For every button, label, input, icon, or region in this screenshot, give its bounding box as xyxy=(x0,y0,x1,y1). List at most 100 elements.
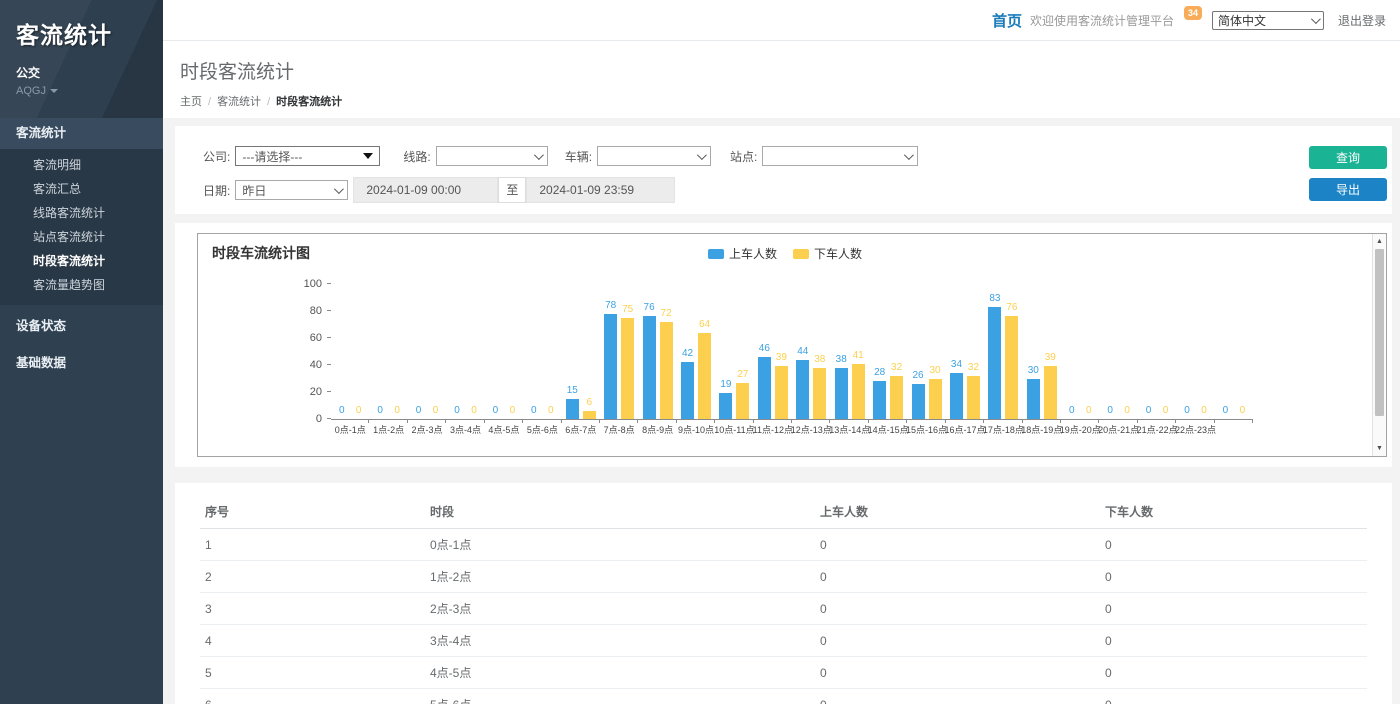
alighting-bar[interactable] xyxy=(660,322,673,419)
bar-group: 343216点-17点 xyxy=(946,285,984,419)
boarding-bar[interactable] xyxy=(681,362,694,419)
bar-group: 76728点-9点 xyxy=(638,285,676,419)
table-row: 10点-1点00 xyxy=(200,529,1367,561)
alighting-bar[interactable] xyxy=(890,376,903,419)
alighting-bar[interactable] xyxy=(967,376,980,419)
org-code-label: AQGJ xyxy=(16,85,46,97)
legend-swatch-icon xyxy=(793,249,809,259)
chart-plot: 000点-1点001点-2点002点-3点003点-4点004点-5点005点-… xyxy=(331,285,1253,420)
alighting-bar[interactable] xyxy=(813,368,826,419)
boarding-bar[interactable] xyxy=(604,314,617,419)
x-axis-label: 12点-13点 xyxy=(773,423,850,436)
x-axis-tick xyxy=(484,419,485,423)
alighting-bar[interactable] xyxy=(736,383,749,419)
boarding-bar[interactable] xyxy=(950,373,963,419)
bar-value-label: 42 xyxy=(675,348,701,359)
x-axis-tick xyxy=(945,419,946,423)
export-button[interactable]: 导出 xyxy=(1309,178,1387,201)
alighting-bar[interactable] xyxy=(621,318,634,419)
sidebar-subitem[interactable]: 客流汇总 xyxy=(0,177,163,201)
notification-badge[interactable]: 34 xyxy=(1184,6,1202,20)
chart-scrollbar[interactable]: ▲ ▼ xyxy=(1372,234,1386,456)
x-axis-tick xyxy=(1214,419,1215,423)
bar-group: 0019点-20点 xyxy=(1061,285,1099,419)
sidebar-subitem[interactable]: 客流明细 xyxy=(0,153,163,177)
legend-item[interactable]: 上车人数 xyxy=(708,245,777,262)
breadcrumb-item[interactable]: 主页 xyxy=(180,96,202,108)
sidebar-item-passenger-stats[interactable]: 客流统计 xyxy=(0,118,163,149)
bar-group: 78757点-8点 xyxy=(600,285,638,419)
date-start-input[interactable]: 2024-01-09 00:00 xyxy=(353,177,498,203)
boarding-bar[interactable] xyxy=(643,316,656,419)
scroll-up-icon[interactable]: ▲ xyxy=(1373,235,1386,248)
y-axis-tick xyxy=(327,391,331,392)
home-link[interactable]: 首页 xyxy=(992,10,1022,31)
scrollbar-thumb[interactable] xyxy=(1375,249,1384,416)
alighting-bar[interactable] xyxy=(929,379,942,420)
station-label: 站点: xyxy=(730,148,757,165)
col-header-index: 序号 xyxy=(200,495,425,529)
bar-value-label: 27 xyxy=(730,369,756,380)
bar-value-label: 30 xyxy=(1020,365,1046,376)
page-heading: 时段客流统计 主页/客流统计/时段客流统计 xyxy=(163,41,1400,118)
bar-group: 443812点-13点 xyxy=(792,285,830,419)
logout-link[interactable]: 退出登录 xyxy=(1338,12,1386,29)
x-axis-label: 7点-8点 xyxy=(581,423,658,436)
bar-group: 303918点-19点 xyxy=(1023,285,1061,419)
x-axis-tick xyxy=(1060,419,1061,423)
alighting-bar[interactable] xyxy=(775,366,788,419)
line-select[interactable] xyxy=(436,146,548,166)
x-axis-tick xyxy=(676,419,677,423)
table-row: 21点-2点00 xyxy=(200,561,1367,593)
sidebar-item-base-data[interactable]: 基础数据 xyxy=(0,348,163,379)
vehicle-label: 车辆: xyxy=(565,148,592,165)
x-axis-tick xyxy=(1098,419,1099,423)
sidebar-item-device-status[interactable]: 设备状态 xyxy=(0,311,163,342)
sidebar-subitem[interactable]: 客流量趋势图 xyxy=(0,273,163,297)
x-axis-tick xyxy=(561,419,562,423)
alighting-bar[interactable] xyxy=(698,333,711,419)
x-axis-label: 21点-22点 xyxy=(1119,423,1196,436)
table-row: 65点-6点00 xyxy=(200,689,1367,704)
station-select[interactable] xyxy=(762,146,918,166)
query-button[interactable]: 查询 xyxy=(1309,146,1387,169)
dropdown-arrow-icon xyxy=(363,153,373,159)
table-cell: 2 xyxy=(200,561,425,593)
boarding-bar[interactable] xyxy=(1027,379,1040,420)
sidebar-header: 客流统计 公交 AQGJ xyxy=(0,0,163,118)
date-end-input[interactable]: 2024-01-09 23:59 xyxy=(526,177,675,203)
boarding-bar[interactable] xyxy=(719,393,732,419)
sidebar-subitem[interactable]: 时段客流统计 xyxy=(0,249,163,273)
sidebar-subitem[interactable]: 线路客流统计 xyxy=(0,201,163,225)
alighting-bar[interactable] xyxy=(852,364,865,419)
boarding-bar[interactable] xyxy=(873,381,886,419)
boarding-bar[interactable] xyxy=(758,357,771,419)
alighting-bar[interactable] xyxy=(1005,316,1018,419)
table-row: 54点-5点00 xyxy=(200,657,1367,689)
boarding-bar[interactable] xyxy=(796,360,809,419)
bar-value-label: 64 xyxy=(692,319,718,330)
boarding-bar[interactable] xyxy=(835,368,848,419)
table-cell: 0 xyxy=(815,593,1100,625)
org-code-dropdown[interactable]: AQGJ xyxy=(16,85,163,97)
breadcrumb-item[interactable]: 客流统计 xyxy=(217,96,261,108)
alighting-bar[interactable] xyxy=(583,411,596,419)
company-select[interactable]: ---请选择--- xyxy=(235,146,380,166)
y-axis-tick xyxy=(327,310,331,311)
vehicle-select[interactable] xyxy=(597,146,711,166)
legend-item[interactable]: 下车人数 xyxy=(793,245,862,262)
bar-value-label: 6 xyxy=(576,397,602,408)
date-range-to-label: 至 xyxy=(498,177,526,203)
filter-panel: 公司: ---请选择--- 线路: 车辆: 站点: 日期: xyxy=(175,126,1392,214)
date-preset-select[interactable]: 昨日 xyxy=(235,180,348,200)
scroll-down-icon[interactable]: ▼ xyxy=(1373,442,1386,455)
x-axis-tick xyxy=(1252,419,1253,423)
x-axis-label: 4点-5点 xyxy=(465,423,542,436)
alighting-bar[interactable] xyxy=(1044,366,1057,419)
x-axis-label: 20点-21点 xyxy=(1080,423,1157,436)
sidebar-subitem[interactable]: 站点客流统计 xyxy=(0,225,163,249)
language-select[interactable]: 简体中文 xyxy=(1212,11,1324,30)
boarding-bar[interactable] xyxy=(912,384,925,419)
boarding-bar[interactable] xyxy=(988,307,1001,419)
x-axis-label: 3点-4点 xyxy=(427,423,504,436)
